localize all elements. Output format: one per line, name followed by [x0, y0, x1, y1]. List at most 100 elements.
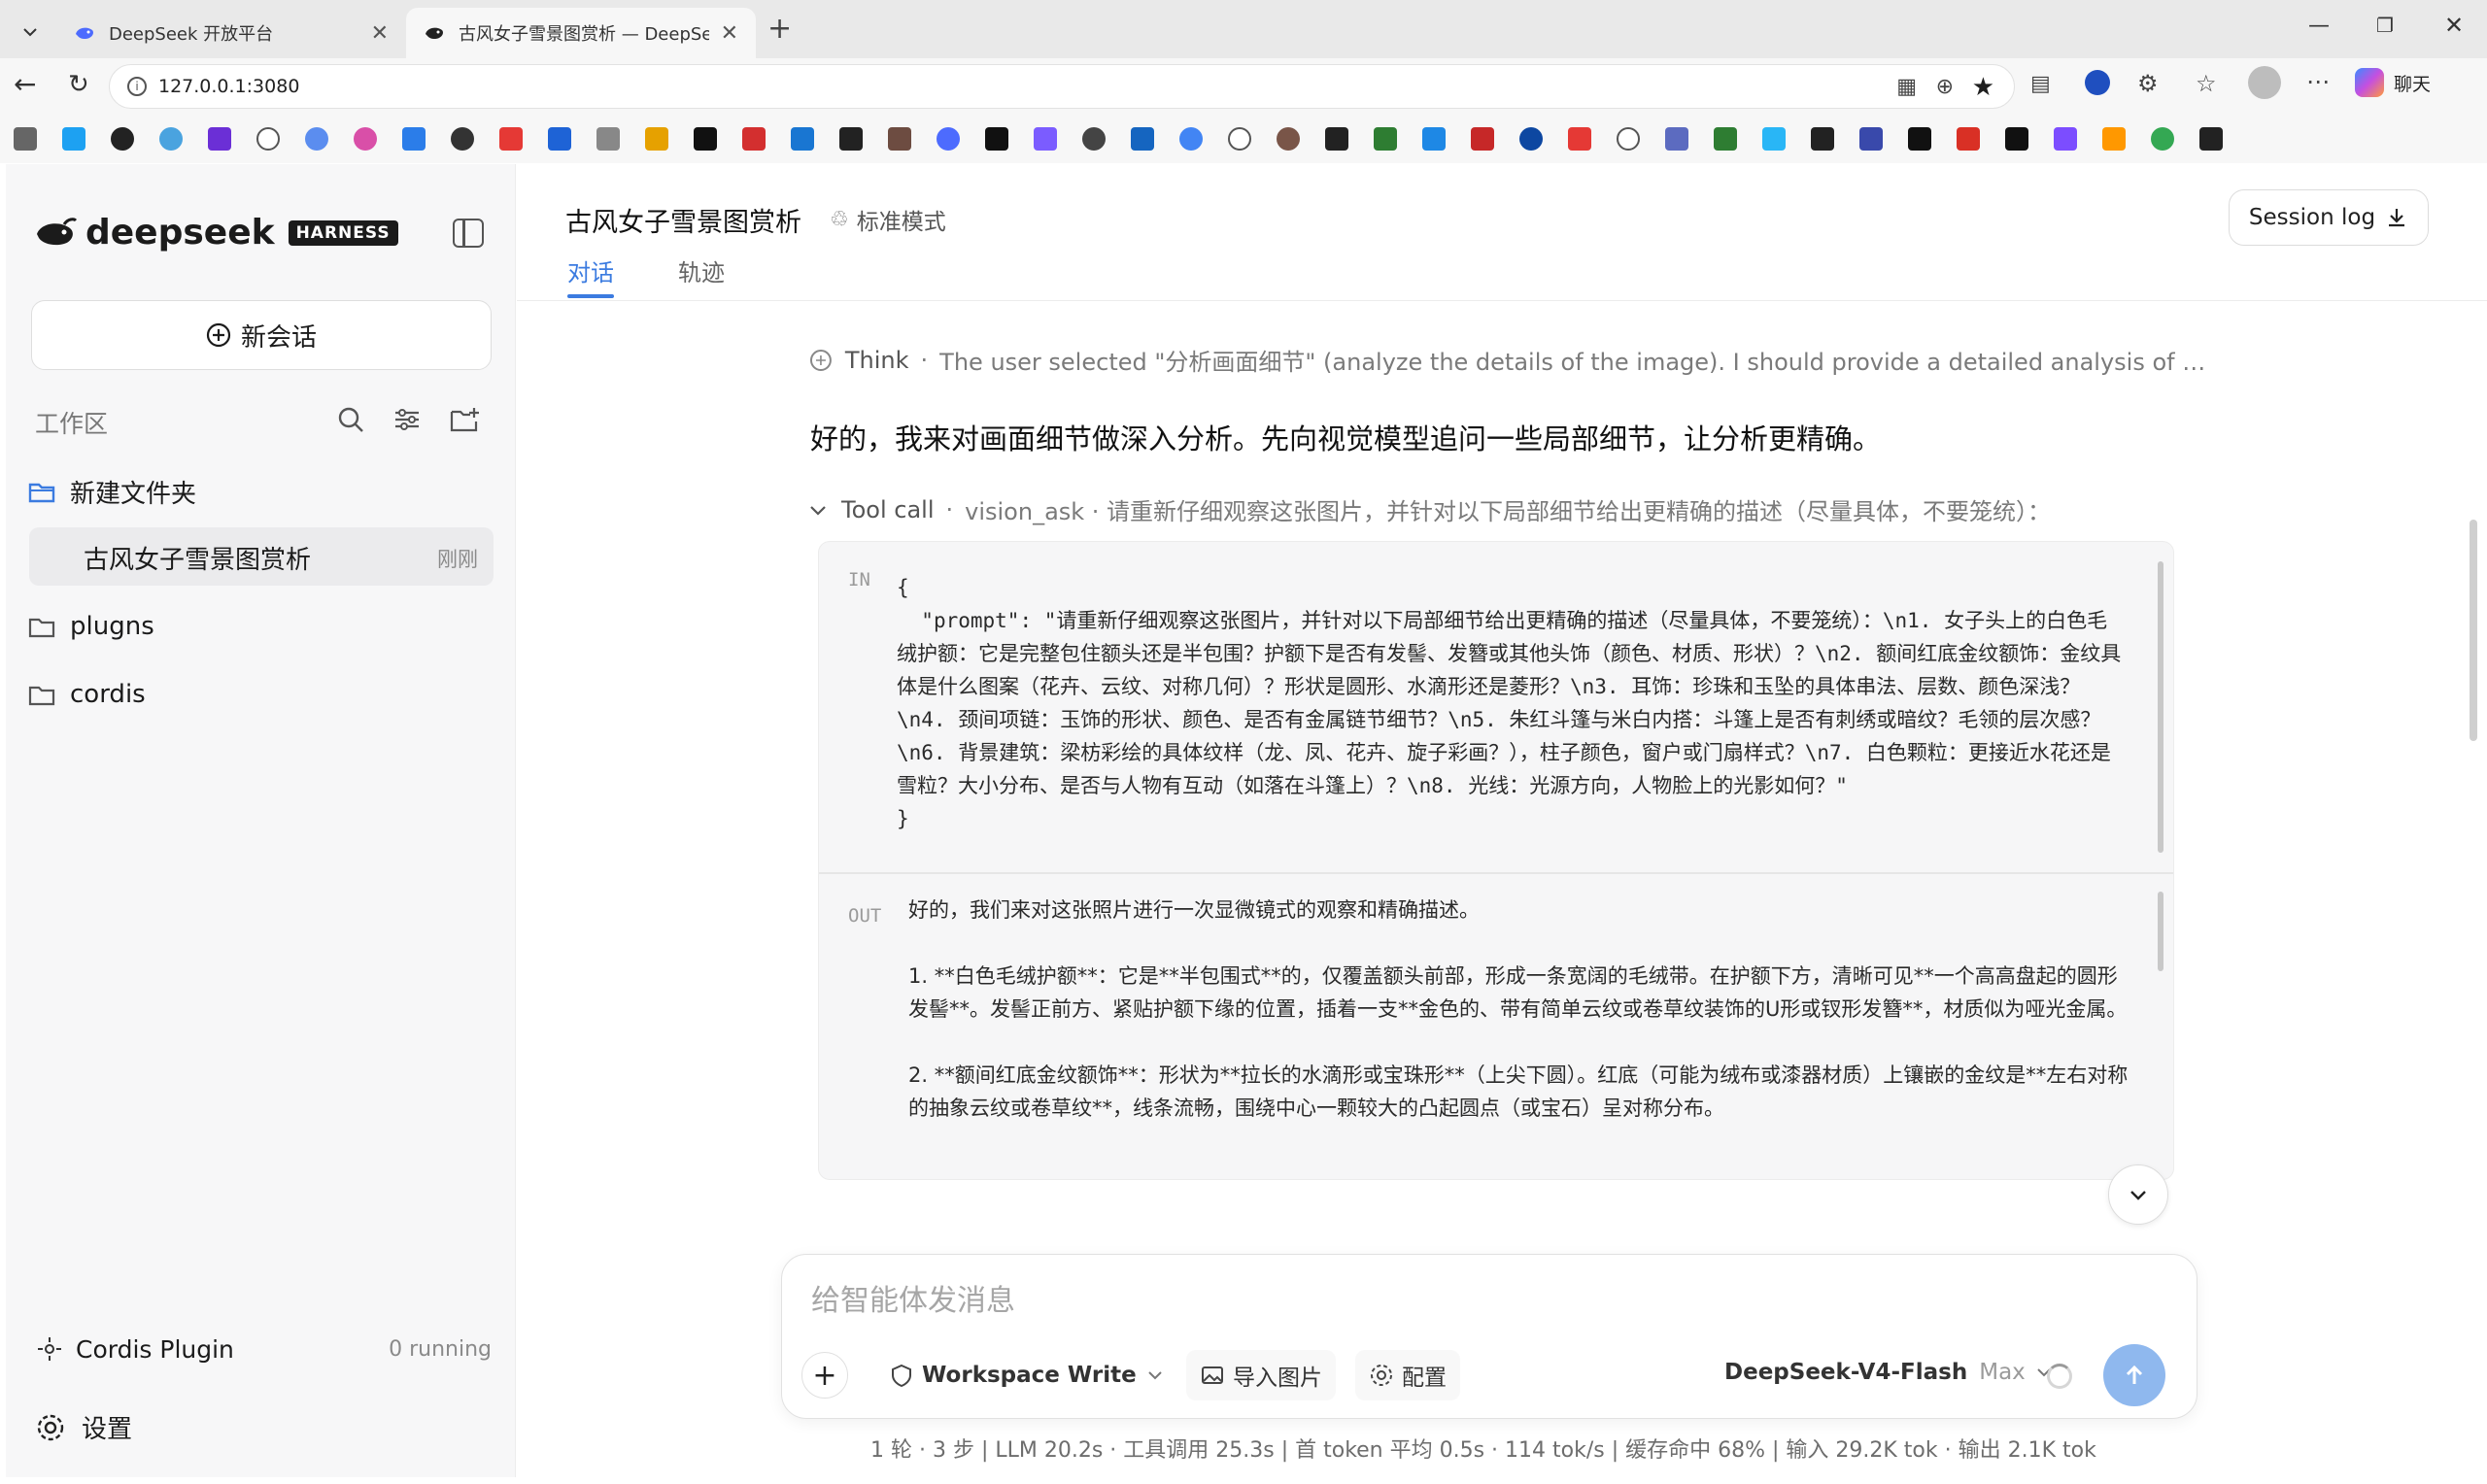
url-text[interactable]: 127.0.0.1:3080: [158, 76, 299, 97]
sidebar-toggle-icon[interactable]: [453, 219, 484, 248]
model-selector[interactable]: DeepSeek-V4-Flash Max: [1724, 1360, 2053, 1385]
close-window-button[interactable]: ✕: [2444, 12, 2464, 39]
workspace-write-dropdown[interactable]: Workspace Write: [875, 1350, 1177, 1400]
scrollbar[interactable]: [2158, 892, 2163, 971]
globe-icon[interactable]: [1617, 127, 1640, 151]
gemini-icon[interactable]: [1034, 127, 1057, 151]
brain-icon: [809, 349, 832, 371]
copilot-chat-button[interactable]: 聊天: [2355, 68, 2431, 97]
tool-io-panel[interactable]: IN { "prompt": "请重新仔细观察这张图片，并针对以下局部细节给出更…: [818, 541, 2174, 1180]
bookmark-icon[interactable]: [1714, 127, 1737, 151]
bookmark-icon[interactable]: [14, 127, 37, 151]
scrollbar[interactable]: [2158, 561, 2163, 853]
tab-conversation[interactable]: 对话: [567, 253, 614, 287]
reading-icon[interactable]: ▤: [2030, 72, 2051, 96]
bookmark-icon[interactable]: [499, 127, 523, 151]
message-input[interactable]: 给智能体发消息: [811, 1276, 1015, 1319]
more-icon[interactable]: ⋯: [2306, 68, 2330, 95]
star-icon[interactable]: ★: [1972, 73, 1994, 102]
zoom-icon[interactable]: ⊕: [1936, 75, 1954, 99]
bookmark-icon[interactable]: [1131, 127, 1154, 151]
folder-item[interactable]: cordis: [27, 665, 146, 724]
bookmark-icon[interactable]: [1762, 127, 1786, 151]
bookmark-icon[interactable]: [1277, 127, 1300, 151]
config-button[interactable]: 配置: [1355, 1350, 1460, 1400]
new-tab-button[interactable]: +: [767, 12, 792, 46]
back-button[interactable]: ←: [14, 68, 36, 100]
folder-item[interactable]: 新建文件夹: [27, 462, 196, 521]
openai-icon[interactable]: [451, 127, 474, 151]
tab-current-session[interactable]: 古风女子雪景图赏析 — DeepSeek ✕: [406, 8, 756, 58]
restore-button[interactable]: ❐: [2376, 14, 2394, 37]
new-folder-icon[interactable]: [449, 405, 480, 434]
new-chat-button[interactable]: 新会话: [31, 300, 492, 370]
send-button[interactable]: [2103, 1344, 2165, 1406]
bookmark-icon[interactable]: [2102, 127, 2126, 151]
gmail-icon[interactable]: [1957, 127, 1980, 151]
bookmark-icon[interactable]: [1811, 127, 1834, 151]
bookmark-icon[interactable]: [1568, 127, 1591, 151]
mode-indicator[interactable]: ♲ 标准模式: [830, 203, 946, 236]
avatar[interactable]: [2248, 66, 2281, 99]
bookmark-icon[interactable]: [1082, 127, 1106, 151]
bookmark-icon[interactable]: [1374, 127, 1397, 151]
bookmark-icon[interactable]: [1422, 127, 1446, 151]
search-icon[interactable]: [336, 405, 365, 434]
session-log-button[interactable]: Session log: [2229, 189, 2429, 246]
address-bar[interactable]: i 127.0.0.1:3080 ★ ⊕ ▦: [109, 64, 2015, 109]
globe-icon[interactable]: [256, 127, 280, 151]
bookmark-icon[interactable]: [1471, 127, 1494, 151]
bookmark-icon[interactable]: [1908, 127, 1931, 151]
reload-button[interactable]: ↻: [68, 70, 89, 99]
bookmark-icon[interactable]: [1665, 127, 1688, 151]
bookmark-icon[interactable]: [159, 127, 183, 151]
add-attachment-button[interactable]: +: [801, 1352, 848, 1399]
think-row[interactable]: Think · The user selected "分析画面细节" (anal…: [808, 343, 2207, 377]
bookmark-icon[interactable]: [742, 127, 766, 151]
tab-deepseek-platform[interactable]: DeepSeek 开放平台 ✕: [56, 8, 406, 58]
page-scrollbar[interactable]: [2470, 520, 2477, 741]
close-icon[interactable]: ✕: [721, 21, 738, 46]
bookmark-icon[interactable]: [888, 127, 911, 151]
bookmark-icon[interactable]: [839, 127, 863, 151]
extensions-icon[interactable]: ⚙: [2137, 70, 2159, 97]
flask-icon[interactable]: [596, 127, 620, 151]
info-icon[interactable]: i: [127, 77, 147, 96]
bookmark-icon[interactable]: [645, 127, 668, 151]
google-icon[interactable]: [1179, 127, 1203, 151]
bookmark-icon[interactable]: [694, 127, 717, 151]
bookmark-icon[interactable]: [1859, 127, 1883, 151]
bookmark-icon[interactable]: [2054, 127, 2077, 151]
bookmark-icon[interactable]: [791, 127, 814, 151]
favorites-icon[interactable]: ☆: [2196, 70, 2217, 97]
tab-menu-button[interactable]: [14, 16, 47, 49]
chrome-icon[interactable]: [2151, 127, 2174, 151]
apps-icon[interactable]: ▦: [1896, 75, 1917, 99]
bookmark-icon[interactable]: [402, 127, 426, 151]
bookmark-icon[interactable]: [1519, 127, 1543, 151]
import-image-button[interactable]: 导入图片: [1186, 1350, 1336, 1400]
bookmark-icon[interactable]: [1325, 127, 1348, 151]
vpn-icon[interactable]: [2085, 70, 2110, 95]
minimize-button[interactable]: —: [2308, 14, 2330, 38]
plugin-row[interactable]: Cordis Plugin 0 running: [35, 1328, 492, 1370]
bookmark-icon[interactable]: [305, 127, 328, 151]
deepseek-whale-icon[interactable]: [2199, 127, 2223, 151]
tool-call-row[interactable]: Tool call · vision_ask · 请重新仔细观察这张图片，并针对…: [808, 492, 2051, 526]
bookmark-icon[interactable]: [62, 127, 85, 151]
bookmark-icon[interactable]: [354, 127, 377, 151]
folder-item[interactable]: plugns: [27, 597, 154, 656]
close-icon[interactable]: ✕: [371, 21, 389, 46]
bookmark-icon[interactable]: [985, 127, 1008, 151]
settings-button[interactable]: 设置: [35, 1409, 132, 1445]
bookmark-icon[interactable]: [208, 127, 231, 151]
bookmark-icon[interactable]: [548, 127, 571, 151]
filter-icon[interactable]: [392, 405, 422, 434]
github-icon[interactable]: [111, 127, 134, 151]
x-icon[interactable]: [2005, 127, 2028, 151]
tab-trace[interactable]: 轨迹: [678, 253, 725, 287]
scroll-to-bottom-button[interactable]: [2108, 1164, 2168, 1225]
bookmark-icon[interactable]: [937, 127, 960, 151]
session-item[interactable]: 古风女子雪景图赏析 刚刚: [29, 527, 494, 586]
globe-icon[interactable]: [1228, 127, 1251, 151]
